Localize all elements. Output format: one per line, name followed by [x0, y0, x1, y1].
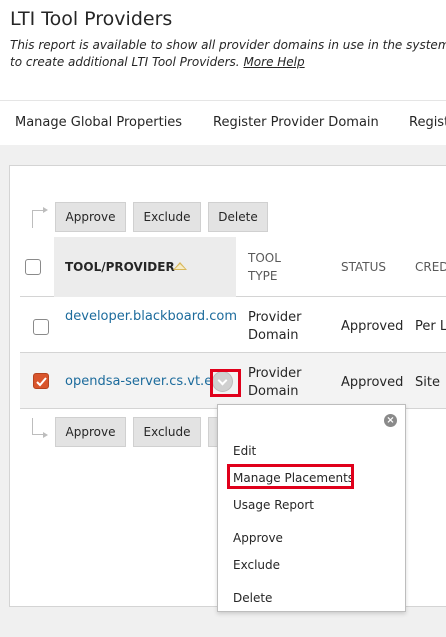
- menu-item-exclude[interactable]: Exclude: [233, 558, 280, 572]
- status-value: Approved: [341, 375, 404, 390]
- provider-link[interactable]: opendsa-server.cs.vt.edu: [65, 373, 229, 391]
- menu-item-usage-report[interactable]: Usage Report: [233, 498, 314, 512]
- manage-global-properties-link[interactable]: Manage Global Properties: [15, 115, 182, 130]
- sort-ascending-icon[interactable]: [173, 262, 187, 270]
- bulk-action-arrow-top-icon: [32, 207, 48, 228]
- menu-item-delete[interactable]: Delete: [233, 591, 272, 605]
- status-value: Approved: [341, 319, 404, 334]
- highlight-box-manage-placements: [227, 464, 354, 489]
- highlight-box-chevron: [210, 369, 241, 397]
- tool-type-header-line-2[interactable]: TYPE: [248, 269, 277, 283]
- description-line-2-text: to create additional LTI Tool Providers.: [10, 55, 240, 69]
- provider-link[interactable]: developer.blackboard.com: [65, 308, 237, 326]
- checkmark-icon: [36, 377, 47, 387]
- status-header[interactable]: STATUS: [341, 260, 386, 274]
- page-description: This report is available to show all pro…: [10, 37, 446, 71]
- page-title: LTI Tool Providers: [10, 8, 173, 30]
- tool-type-header-line-1[interactable]: TOOL: [248, 251, 281, 265]
- delete-button-top[interactable]: Delete: [208, 202, 268, 232]
- page-header: LTI Tool Providers This report is availa…: [0, 0, 446, 100]
- cred-value: Site: [415, 375, 440, 390]
- bulk-action-arrow-bottom-icon: [32, 418, 48, 438]
- cred-value: Per L: [415, 319, 446, 334]
- more-help-link[interactable]: More Help: [243, 55, 304, 69]
- tool-type-line-2: Domain: [248, 384, 299, 399]
- approve-button-bottom[interactable]: Approve: [55, 417, 126, 447]
- description-line-1: This report is available to show all pro…: [10, 38, 446, 52]
- close-icon[interactable]: ×: [384, 414, 397, 427]
- table-header-row: TOOL/PROVIDER TOOL TYPE STATUS CRED: [20, 237, 446, 297]
- context-menu: × Edit Manage Placements Usage Report Ap…: [217, 404, 406, 612]
- select-all-checkbox[interactable]: [25, 259, 41, 275]
- register-provider-domain-link[interactable]: Register Provider Domain: [213, 115, 379, 130]
- table-row: developer.blackboard.com Provider Domain…: [20, 297, 446, 353]
- register-tool-provider-link[interactable]: Regist: [409, 115, 446, 130]
- tool-type-line-1: Provider: [248, 366, 302, 381]
- tool-provider-header-label[interactable]: TOOL/PROVIDER: [65, 260, 175, 274]
- cred-header[interactable]: CRED: [415, 260, 446, 274]
- tool-type-line-1: Provider: [248, 310, 302, 325]
- tool-type-line-2: Domain: [248, 328, 299, 343]
- row-checkbox[interactable]: [33, 319, 49, 335]
- approve-button-top[interactable]: Approve: [55, 202, 126, 232]
- row-checkbox[interactable]: [33, 373, 49, 389]
- exclude-button-bottom[interactable]: Exclude: [133, 417, 201, 447]
- description-line-2: to create additional LTI Tool Providers.…: [10, 54, 446, 71]
- menu-item-edit[interactable]: Edit: [233, 444, 256, 458]
- exclude-button-top[interactable]: Exclude: [133, 202, 201, 232]
- action-nav-bar: Manage Global Properties Register Provid…: [0, 100, 446, 145]
- menu-item-approve[interactable]: Approve: [233, 531, 283, 545]
